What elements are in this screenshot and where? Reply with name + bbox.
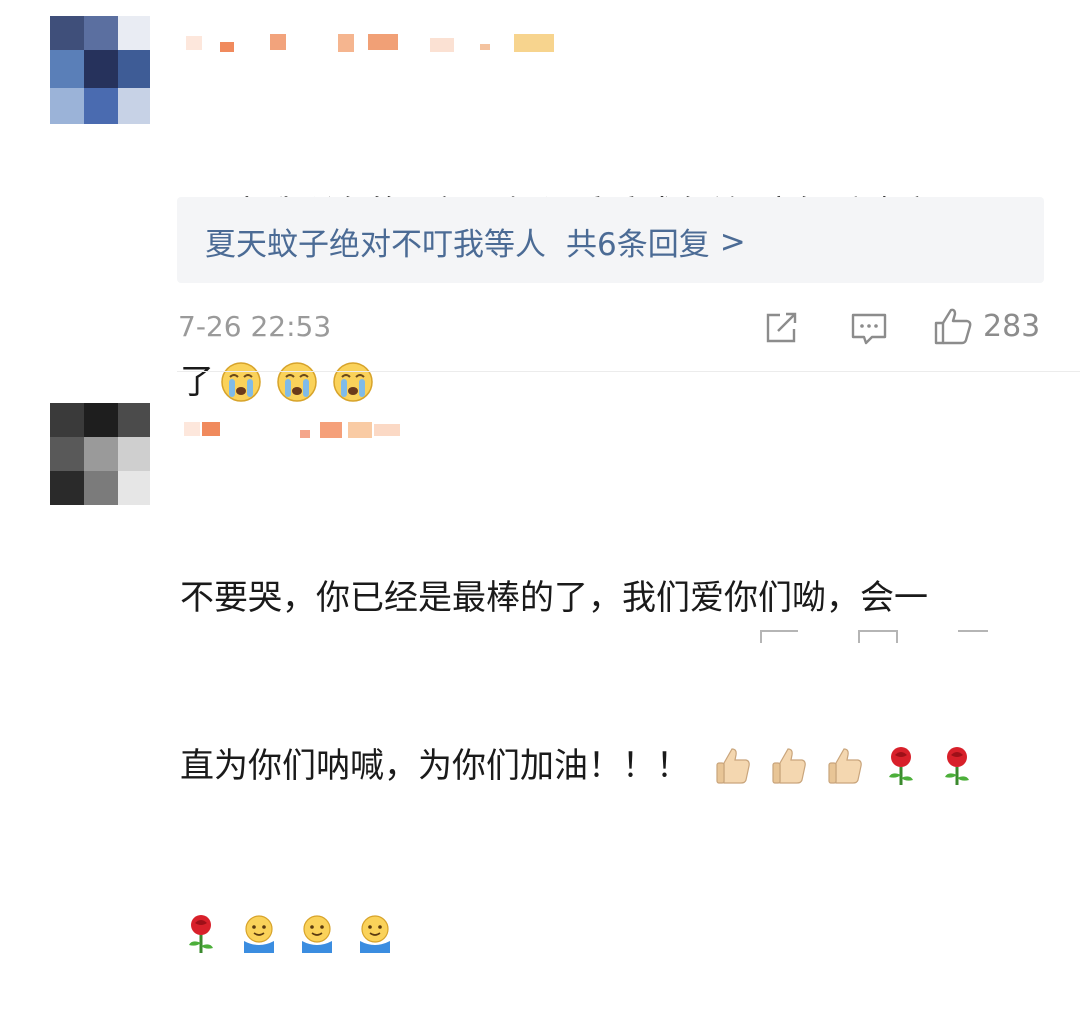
thumbs-up-icon	[716, 748, 750, 784]
thumbs-up-icon	[828, 748, 862, 784]
thumbs-up-icon	[772, 748, 806, 784]
crying-face-icon	[221, 362, 261, 402]
hug-face-icon	[302, 915, 332, 953]
comment-button[interactable]	[850, 311, 888, 347]
comment-timestamp: 7-26 22:53	[178, 310, 332, 343]
comment-line: 直为你们呐喊，为你们加油！！！	[180, 746, 690, 786]
username-blurred[interactable]	[180, 418, 410, 438]
like-count: 283	[983, 308, 1041, 344]
reply-user[interactable]: 夏天蚊子绝对不叮我等人	[205, 219, 546, 264]
reply-preview-link[interactable]: 夏天蚊子绝对不叮我等人 共6条回复 >	[205, 219, 746, 264]
comment-line: 不要哭，你已经是最棒的了，我们爱你们呦，会一	[180, 578, 928, 618]
hug-face-icon	[244, 915, 274, 953]
username-blurred[interactable]	[180, 32, 560, 52]
divider	[177, 371, 1080, 372]
crying-face-icon	[333, 362, 373, 402]
reply-preview-box[interactable]: 夏天蚊子绝对不叮我等人 共6条回复 >	[177, 197, 1044, 283]
comment-icon	[851, 313, 887, 345]
like-button[interactable]: 283	[933, 306, 1040, 346]
next-comment-actions	[760, 630, 988, 643]
comment-icon[interactable]	[858, 630, 898, 643]
rose-icon	[189, 915, 213, 953]
thumbs-up-icon[interactable]	[958, 630, 988, 643]
share-icon	[766, 312, 797, 343]
thumbs-up-icon	[934, 308, 972, 345]
rose-icon	[945, 747, 969, 785]
hug-face-icon	[360, 915, 390, 953]
chevron-right-icon: >	[719, 223, 746, 260]
rose-icon	[889, 747, 913, 785]
avatar[interactable]	[50, 403, 150, 505]
crying-face-icon	[277, 362, 317, 402]
avatar[interactable]	[50, 16, 150, 124]
comment-text: 不要哭，你已经是最棒的了，我们爱你们呦，会一 直为你们呐喊，为你们加油！！！	[180, 458, 1050, 1018]
comment-line: 了	[180, 362, 214, 402]
share-icon[interactable]	[760, 630, 798, 643]
reply-count[interactable]: 共6条回复	[566, 219, 710, 264]
share-button[interactable]	[764, 311, 800, 345]
